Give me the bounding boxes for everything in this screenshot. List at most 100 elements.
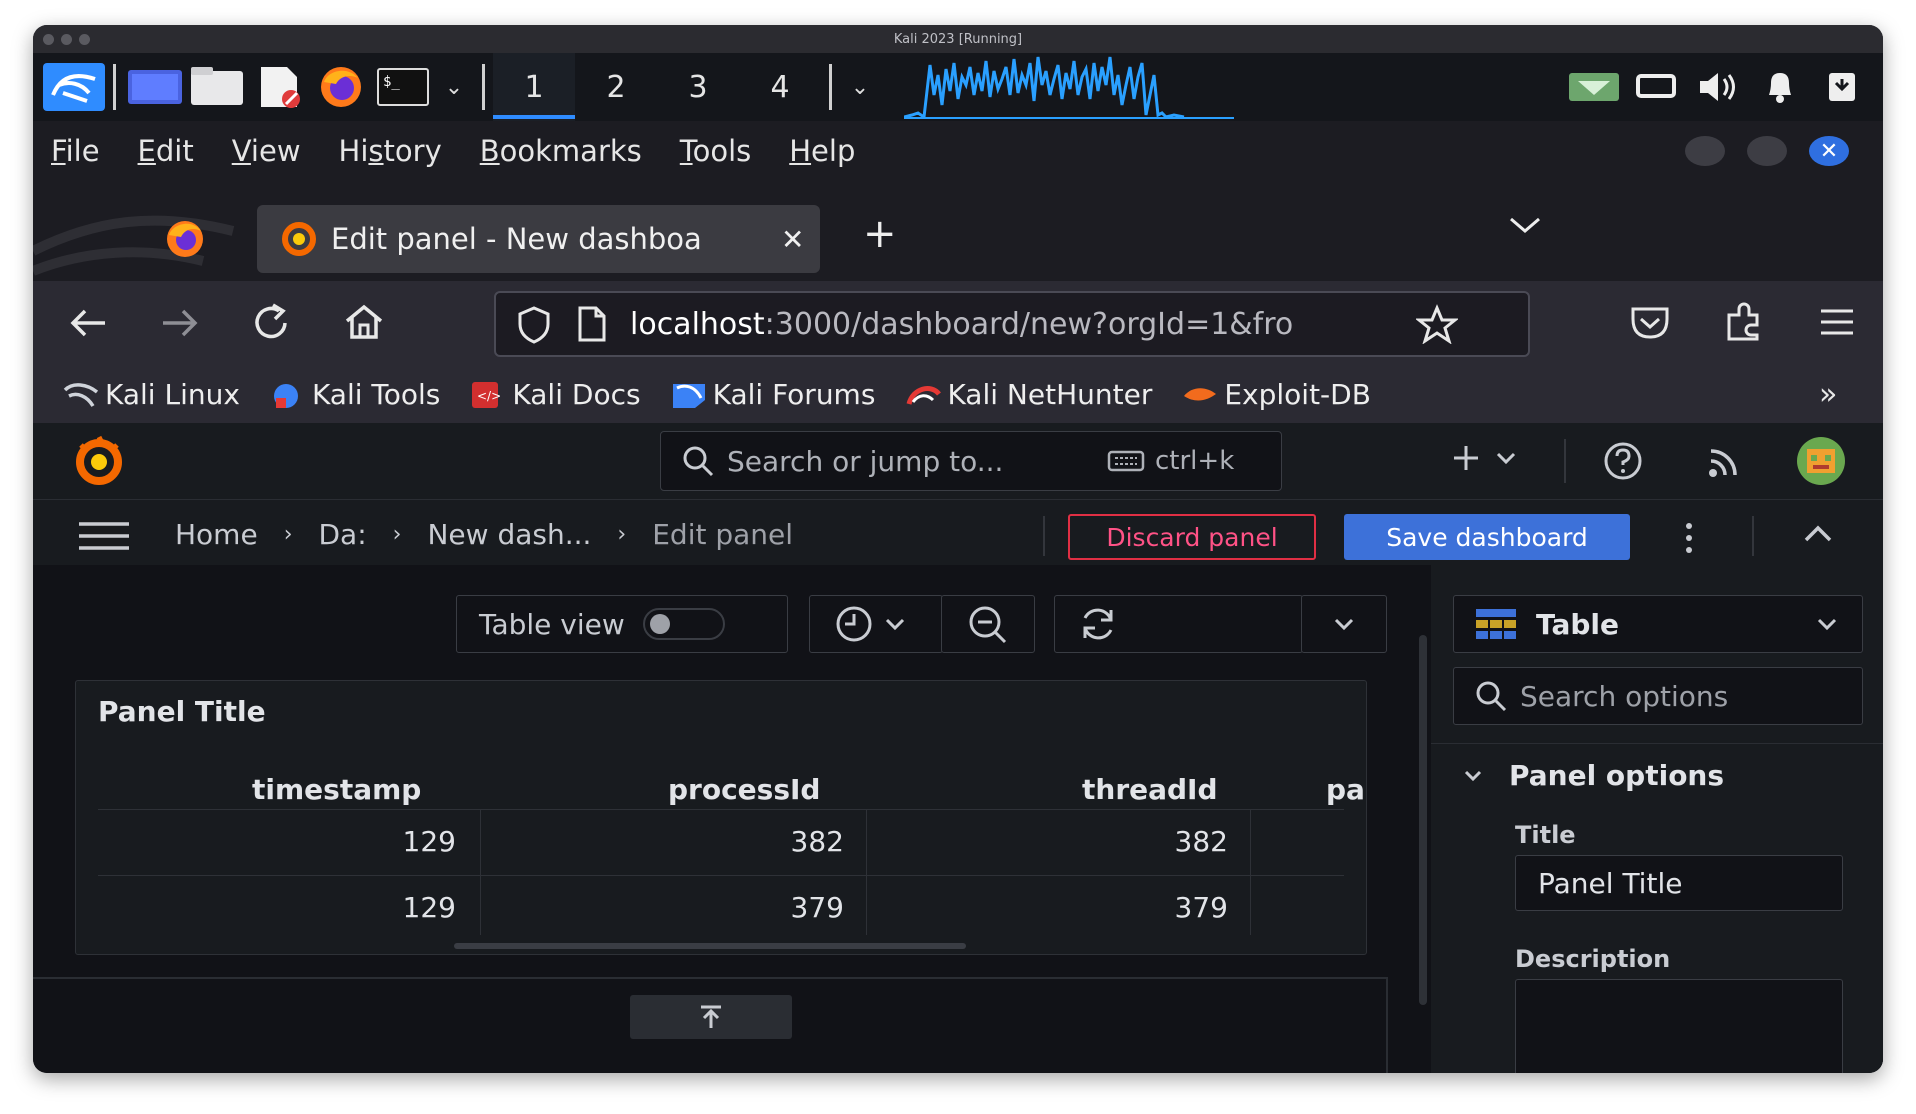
desktop-icon[interactable]	[124, 61, 186, 113]
chevron-down-icon[interactable]: ⌄	[434, 61, 474, 113]
title-input[interactable]: Panel Title	[1515, 855, 1843, 911]
plus-icon	[1451, 443, 1481, 473]
split-divider[interactable]	[33, 977, 1386, 979]
visualization-picker[interactable]: Table	[1453, 595, 1863, 653]
list-all-tabs-icon[interactable]	[1507, 211, 1543, 241]
menu-file[interactable]: File	[51, 134, 100, 168]
taskbar-separator	[482, 64, 485, 110]
expand-options-button[interactable]	[630, 995, 792, 1039]
notification-bell-icon[interactable]	[1749, 61, 1811, 113]
svg-text:</>: </>	[477, 389, 500, 403]
kali-menu-icon[interactable]	[43, 61, 105, 113]
help-icon[interactable]	[1603, 441, 1643, 481]
horizontal-scrollbar[interactable]	[454, 943, 966, 949]
power-icon[interactable]	[1811, 61, 1873, 113]
close-icon[interactable]: ✕	[1809, 136, 1849, 166]
more-options-icon[interactable]	[1683, 522, 1695, 554]
reload-icon[interactable]	[251, 301, 293, 343]
network-icon[interactable]	[1563, 61, 1625, 113]
column-header-pa[interactable]: pa	[1326, 773, 1365, 806]
firefox-menubar: File Edit View History Bookmarks Tools H…	[33, 121, 1883, 181]
column-header-threadid[interactable]: threadId	[1082, 773, 1218, 806]
window-titlebar: Kali 2023 [Running]	[33, 25, 1883, 53]
refresh-button[interactable]	[1054, 595, 1303, 653]
minimize-button[interactable]	[1685, 136, 1725, 166]
workspace-2[interactable]: 2	[575, 53, 657, 121]
bookmark-kali-nethunter[interactable]: Kali NetHunter	[905, 378, 1152, 411]
tab-active[interactable]: Edit panel - New dashboa ✕	[257, 205, 820, 273]
bookmark-kali-forums[interactable]: Kali Forums	[671, 378, 875, 411]
menu-help[interactable]: Help	[789, 134, 855, 168]
bookmark-kali-linux[interactable]: Kali Linux	[63, 378, 240, 411]
firefox-icon[interactable]	[310, 61, 372, 113]
menu-bookmarks[interactable]: Bookmarks	[480, 134, 642, 168]
file-manager-icon[interactable]	[186, 61, 248, 113]
workspace-3[interactable]: 3	[657, 53, 739, 121]
panel-preview[interactable]: Panel Title timestamp processId threadId…	[75, 680, 1367, 955]
bookmark-kali-tools[interactable]: Kali Tools	[270, 378, 440, 411]
maximize-button[interactable]	[1747, 136, 1787, 166]
search-input[interactable]: Search or jump to... ctrl+k	[660, 431, 1282, 491]
url-bar[interactable]: localhost:3000/dashboard/new?orgId=1&fro	[494, 291, 1530, 357]
svg-text:$_: $_	[383, 74, 400, 90]
home-icon[interactable]	[343, 301, 385, 343]
menu-tools[interactable]: Tools	[680, 134, 751, 168]
discard-panel-button[interactable]: Discard panel	[1068, 514, 1316, 560]
breadcrumb-new-dashboard[interactable]: New dash...	[427, 518, 591, 551]
search-icon	[681, 444, 715, 478]
save-dashboard-button[interactable]: Save dashboard	[1344, 514, 1630, 560]
bookmark-kali-docs[interactable]: </> Kali Docs	[470, 378, 641, 411]
display-icon[interactable]	[1625, 61, 1687, 113]
more-bookmarks-icon[interactable]: »	[1819, 377, 1837, 412]
breadcrumb-home[interactable]: Home	[175, 518, 258, 551]
shield-icon	[514, 304, 554, 344]
chevron-down-icon	[1333, 614, 1355, 634]
extensions-icon[interactable]	[1723, 301, 1765, 343]
hamburger-menu-icon[interactable]	[77, 520, 131, 552]
menu-history[interactable]: History	[339, 134, 442, 168]
toggle-switch[interactable]	[642, 608, 725, 640]
minimize-window-button[interactable]	[61, 34, 72, 45]
menu-view[interactable]: View	[232, 134, 301, 168]
close-tab-icon[interactable]: ✕	[781, 223, 804, 256]
close-window-button[interactable]	[43, 34, 54, 45]
table-view-toggle[interactable]: Table view	[456, 595, 788, 653]
column-header-timestamp[interactable]: timestamp	[252, 773, 421, 806]
chevron-up-icon[interactable]	[1803, 524, 1833, 544]
menu-edit[interactable]: Edit	[138, 134, 194, 168]
volume-icon[interactable]	[1687, 61, 1749, 113]
breadcrumb-dashboards[interactable]: Da:	[319, 518, 367, 551]
search-options-input[interactable]: Search options	[1453, 667, 1863, 725]
terminal-icon[interactable]: $_	[372, 61, 434, 113]
text-editor-icon[interactable]	[248, 61, 310, 113]
zoom-window-button[interactable]	[79, 34, 90, 45]
bookmark-star-icon[interactable]	[1416, 304, 1458, 344]
header-divider	[98, 809, 1344, 810]
grafana-topbar: Search or jump to... ctrl+k	[33, 423, 1883, 500]
back-arrow-icon[interactable]	[67, 303, 109, 343]
bookmark-exploit-db[interactable]: Exploit-DB	[1182, 378, 1371, 411]
column-header-processid[interactable]: processId	[668, 773, 820, 806]
firefox-view-icon[interactable]	[163, 217, 207, 261]
pocket-icon[interactable]	[1629, 303, 1671, 341]
chevron-down-icon[interactable]: ⌄	[840, 61, 880, 113]
vertical-scrollbar[interactable]	[1419, 635, 1427, 1005]
tab-strip: Edit panel - New dashboa ✕ +	[33, 181, 1883, 281]
workspace-4[interactable]: 4	[739, 53, 821, 121]
refresh-interval-dropdown[interactable]	[1301, 595, 1387, 653]
news-feed-icon[interactable]	[1705, 441, 1745, 481]
refresh-icon	[1077, 604, 1119, 644]
hamburger-menu-icon[interactable]	[1817, 305, 1857, 339]
url-text: localhost:3000/dashboard/new?orgId=1&fro	[630, 306, 1294, 342]
grafana-logo-icon[interactable]	[71, 435, 127, 487]
description-textarea[interactable]	[1515, 979, 1843, 1073]
panel-options-section-header[interactable]: Panel options	[1463, 759, 1724, 792]
zoom-out-button[interactable]	[941, 595, 1035, 653]
workspace-1[interactable]: 1	[493, 53, 575, 121]
time-picker-button[interactable]	[809, 595, 943, 653]
avatar[interactable]	[1793, 435, 1849, 487]
title-label: Title	[1515, 821, 1576, 849]
forward-arrow-icon[interactable]	[159, 303, 201, 343]
new-menu-button[interactable]	[1451, 443, 1517, 473]
new-tab-button[interactable]: +	[863, 211, 897, 257]
